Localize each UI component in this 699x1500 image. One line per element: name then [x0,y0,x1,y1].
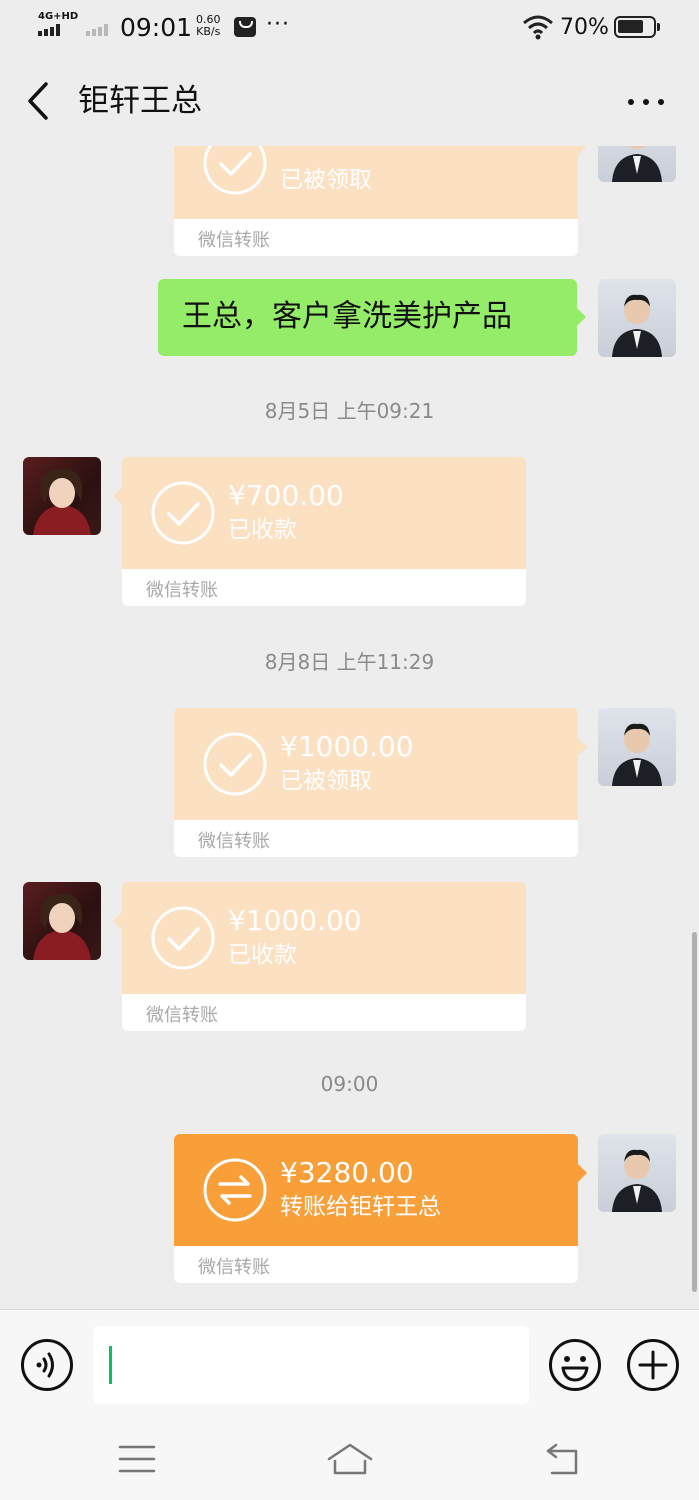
transfer-label: 微信转账 [198,230,270,251]
chat-title: 钜轩王总 [78,83,202,119]
emoji-icon[interactable] [548,1338,602,1392]
man-avatar-image [612,723,662,786]
avatar[interactable] [23,882,101,960]
man-avatar-image [612,1149,662,1212]
avatar[interactable] [598,146,676,182]
message-text: 王总，客户拿洗美护产品 [182,299,512,334]
woman-avatar-image [33,469,91,535]
text-message-bubble[interactable]: 王总，客户拿洗美护产品 [158,279,586,356]
back-arrow-icon[interactable] [20,78,60,124]
status-bar: 4G+HD 09:01 0.60 KB/s ··· 70% [0,0,699,56]
transfer-status: 已收款 [228,517,297,543]
input-bar [0,1309,699,1419]
man-avatar-image [612,294,662,357]
network-type: 4G+HD [38,11,79,22]
check-circle-icon [203,732,267,796]
voice-input-icon[interactable] [20,1338,74,1392]
transfer-label: 微信转账 [198,831,270,852]
timestamp: 8月5日 上午09:21 [264,399,435,423]
transfer-card[interactable]: ¥1000.00 已收款 微信转账 [113,882,526,1031]
transfer-status: 已被领取 [280,167,372,193]
timestamp: 8月8日 上午11:29 [264,650,435,674]
avatar[interactable] [23,457,101,535]
signal-2-icon [86,24,114,36]
timestamp: 09:00 [320,1072,379,1096]
transfer-label: 微信转账 [146,580,218,601]
network-speed: 0.60 KB/s [196,13,221,38]
battery-percent: 70% [560,15,609,40]
transfer-arrows-icon [203,1158,267,1222]
wifi-icon [523,15,553,40]
check-circle-icon [151,481,215,545]
system-nav-bar [0,1419,699,1500]
more-notifications: ··· [266,12,290,37]
transfer-label: 微信转账 [146,1005,218,1026]
transfer-status: 转账给钜轩王总 [280,1194,441,1220]
text-cursor [109,1346,112,1384]
signal-icon [38,24,66,36]
status-time: 09:01 [120,13,193,42]
transfer-status: 已被领取 [280,768,372,794]
woman-avatar-image [33,894,91,960]
check-circle-icon [203,146,267,195]
back-nav-icon[interactable] [538,1439,588,1479]
transfer-amount: ¥3280.00 [280,1156,414,1189]
chat-header: 钜轩王总 [0,56,699,146]
transfer-amount: ¥700.00 [228,479,344,512]
battery-icon [614,16,660,38]
man-avatar-image [612,146,662,182]
avatar[interactable] [598,708,676,786]
transfer-card[interactable]: ¥700.00 已收款 微信转账 [113,457,526,606]
transfer-amount: ¥1000.00 [228,904,362,937]
message-notification-icon [234,17,256,37]
avatar[interactable] [598,1134,676,1212]
transfer-card[interactable]: 已被领取 微信转账 [174,146,587,256]
transfer-amount: ¥1000.00 [280,730,414,763]
more-options-icon[interactable] [618,82,674,122]
scrollbar[interactable] [692,932,697,1292]
menu-icon[interactable] [112,1439,162,1479]
avatar[interactable] [598,279,676,357]
transfer-card-pending[interactable]: ¥3280.00 转账给钜轩王总 微信转账 [174,1134,587,1283]
message-input[interactable] [93,1326,529,1404]
transfer-status: 已收款 [228,942,297,968]
home-icon[interactable] [325,1439,375,1479]
check-circle-icon [151,906,215,970]
message-list[interactable]: 已被领取 微信转账 王总，客户拿洗美护产品 8月5日 上午09:21 ¥700.… [0,146,699,1309]
transfer-label: 微信转账 [198,1257,270,1278]
plus-more-icon[interactable] [626,1338,680,1392]
transfer-card[interactable]: ¥1000.00 已被领取 微信转账 [174,708,587,857]
